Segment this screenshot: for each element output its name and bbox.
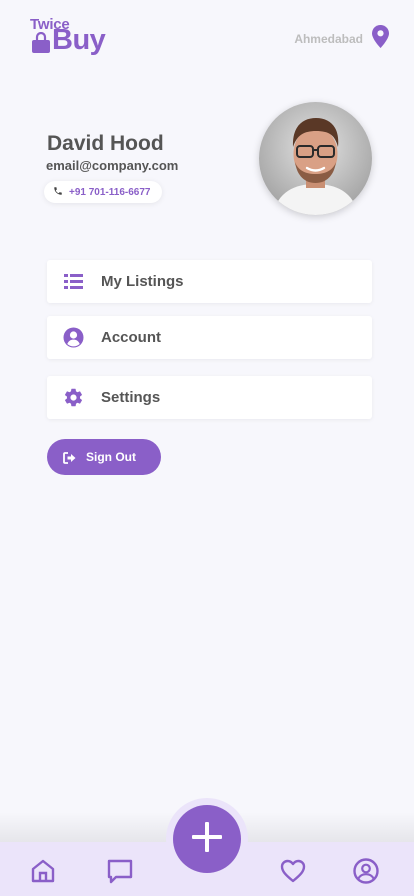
profile-email: email@company.com [46, 158, 179, 173]
profile-icon[interactable] [352, 857, 380, 885]
sign-out-icon [63, 451, 76, 469]
menu-item-settings[interactable]: Settings [47, 376, 372, 419]
add-listing-button[interactable] [173, 805, 241, 873]
list-icon [63, 271, 84, 292]
menu-item-account[interactable]: Account [47, 316, 372, 359]
phone-icon [53, 183, 63, 201]
map-pin-icon [372, 25, 389, 53]
menu-label-account: Account [101, 329, 161, 346]
menu-label-settings: Settings [101, 389, 161, 406]
home-icon[interactable] [29, 857, 57, 885]
sign-out-label: Sign Out [86, 450, 136, 464]
shopping-bag-icon [31, 31, 51, 59]
menu-label-my-listings: My Listings [101, 273, 184, 290]
gear-icon [63, 387, 84, 408]
chat-icon[interactable] [106, 857, 134, 885]
sign-out-button[interactable]: Sign Out [47, 439, 161, 475]
menu-item-my-listings[interactable]: My Listings [47, 260, 372, 303]
location-label: Ahmedabad [294, 32, 363, 46]
avatar[interactable] [259, 102, 372, 215]
twice-buy-logo[interactable]: Twice Buy [30, 16, 110, 60]
heart-icon[interactable] [279, 857, 307, 885]
phone-chip[interactable]: +91 701-116-6677 [44, 181, 163, 203]
app-header: Twice Buy Ahmedabad [0, 16, 414, 60]
profile-name: David Hood [47, 132, 164, 155]
add-icon [191, 821, 223, 858]
location-selector[interactable]: Ahmedabad [294, 25, 389, 53]
logo-buy-text: Buy [52, 24, 106, 56]
user-circle-icon [63, 327, 84, 348]
phone-number: +91 701-116-6677 [69, 186, 151, 198]
